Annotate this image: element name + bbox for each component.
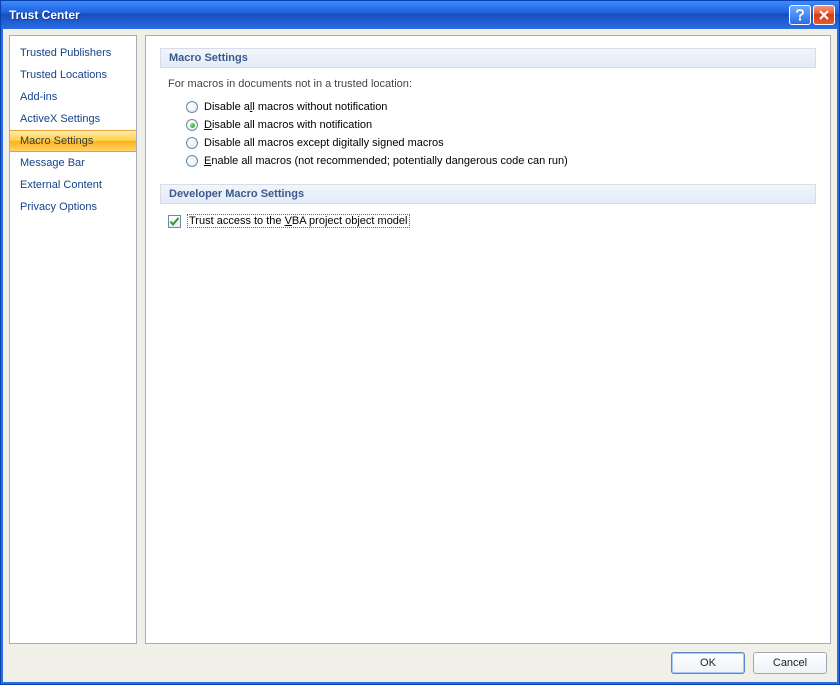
titlebar[interactable]: Trust Center	[1, 1, 839, 29]
radio-enable-all-macros[interactable]: Enable all macros (not recommended; pote…	[186, 152, 816, 170]
section-header-developer-macro-settings: Developer Macro Settings	[160, 184, 816, 204]
radio-icon	[186, 101, 198, 113]
radio-label: Disable all macros with notification	[204, 119, 372, 131]
checkbox-label: Trust access to the VBA project object m…	[187, 214, 410, 228]
radio-disable-with-notification[interactable]: Disable all macros with notification	[186, 116, 816, 134]
ok-button[interactable]: OK	[671, 652, 745, 674]
category-sidebar: Trusted Publishers Trusted Locations Add…	[9, 35, 137, 644]
window-title: Trust Center	[9, 8, 789, 22]
radio-disable-without-notification[interactable]: Disable all macros without notification	[186, 98, 816, 116]
checkmark-icon	[169, 216, 180, 227]
radio-label: Disable all macros except digitally sign…	[204, 137, 444, 149]
help-icon	[795, 9, 805, 21]
radio-label: Enable all macros (not recommended; pote…	[204, 155, 568, 167]
sidebar-item-privacy-options[interactable]: Privacy Options	[10, 196, 136, 218]
sidebar-item-message-bar[interactable]: Message Bar	[10, 152, 136, 174]
sidebar-item-external-content[interactable]: External Content	[10, 174, 136, 196]
section-header-macro-settings: Macro Settings	[160, 48, 816, 68]
sidebar-item-macro-settings[interactable]: Macro Settings	[10, 130, 136, 152]
close-button[interactable]	[813, 5, 835, 25]
radio-icon	[186, 119, 198, 131]
trust-center-dialog: Trust Center Trusted Publishers Trusted …	[0, 0, 840, 685]
radio-disable-except-signed[interactable]: Disable all macros except digitally sign…	[186, 134, 816, 152]
help-button[interactable]	[789, 5, 811, 25]
macro-location-note: For macros in documents not in a trusted…	[168, 78, 816, 90]
radio-icon	[186, 137, 198, 149]
sidebar-item-add-ins[interactable]: Add-ins	[10, 86, 136, 108]
sidebar-item-activex-settings[interactable]: ActiveX Settings	[10, 108, 136, 130]
sidebar-item-trusted-locations[interactable]: Trusted Locations	[10, 64, 136, 86]
close-icon	[819, 10, 829, 20]
checkbox-icon	[168, 215, 181, 228]
sidebar-item-trusted-publishers[interactable]: Trusted Publishers	[10, 42, 136, 64]
checkbox-trust-vba-access[interactable]: Trust access to the VBA project object m…	[168, 214, 816, 228]
cancel-button[interactable]: Cancel	[753, 652, 827, 674]
settings-content: Macro Settings For macros in documents n…	[145, 35, 831, 644]
macro-options-group: Disable all macros without notification …	[186, 98, 816, 170]
radio-label: Disable all macros without notification	[204, 101, 387, 113]
radio-icon	[186, 155, 198, 167]
dialog-footer: OK Cancel	[9, 644, 831, 676]
